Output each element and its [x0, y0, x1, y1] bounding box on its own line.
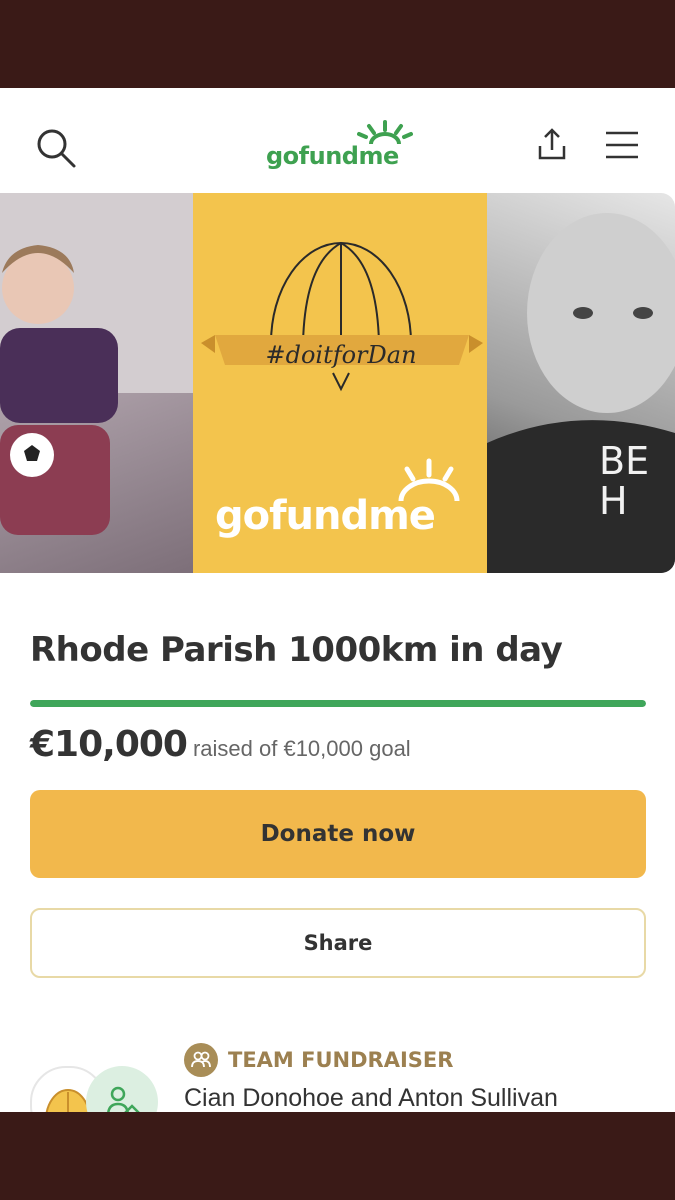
organizer-names[interactable]: Cian Donohoe and Anton Sullivan [184, 1084, 558, 1112]
hashtag-text: #doitforDan [265, 341, 417, 369]
team-fundraiser-label: TEAM FUNDRAISER [228, 1048, 454, 1072]
hero-brand-text: gofundme [215, 493, 436, 539]
baby-illustration-left [0, 193, 193, 535]
top-nav: gofundme [0, 88, 675, 193]
progress-fill [30, 700, 646, 707]
donate-button[interactable]: Donate now [30, 790, 646, 878]
share-icon[interactable] [532, 124, 572, 164]
team-icon [184, 1043, 218, 1077]
progress-bar [30, 700, 646, 707]
shirt-text: BE H [599, 439, 650, 523]
baby-photo-left [0, 193, 193, 573]
search-icon[interactable] [34, 126, 78, 170]
share-button[interactable]: Share [30, 908, 646, 978]
team-avatar[interactable] [86, 1066, 158, 1112]
team-fundraiser-badge: TEAM FUNDRAISER [184, 1043, 453, 1077]
amount-raised-row: €10,000 raised of €10,000 goal [30, 724, 650, 765]
goal-text: raised of €10,000 goal [192, 736, 411, 761]
brand-logo[interactable]: gofundme [262, 118, 422, 178]
brand-name: gofundme [266, 142, 399, 170]
hero-image[interactable]: #doitforDan gofundme BE H [0, 193, 675, 573]
amount-raised: €10,000 [30, 724, 188, 765]
sun-icon [357, 120, 413, 144]
menu-icon[interactable] [604, 130, 640, 160]
team-members-icon [107, 1086, 140, 1112]
doitfordan-banner: #doitforDan gofundme [193, 193, 487, 573]
baby-photo-right: BE H [487, 193, 675, 573]
campaign-page: gofundme #doitforDan gofundme BE H Rhode… [0, 88, 675, 1112]
campaign-title: Rhode Parish 1000km in day [30, 630, 563, 670]
